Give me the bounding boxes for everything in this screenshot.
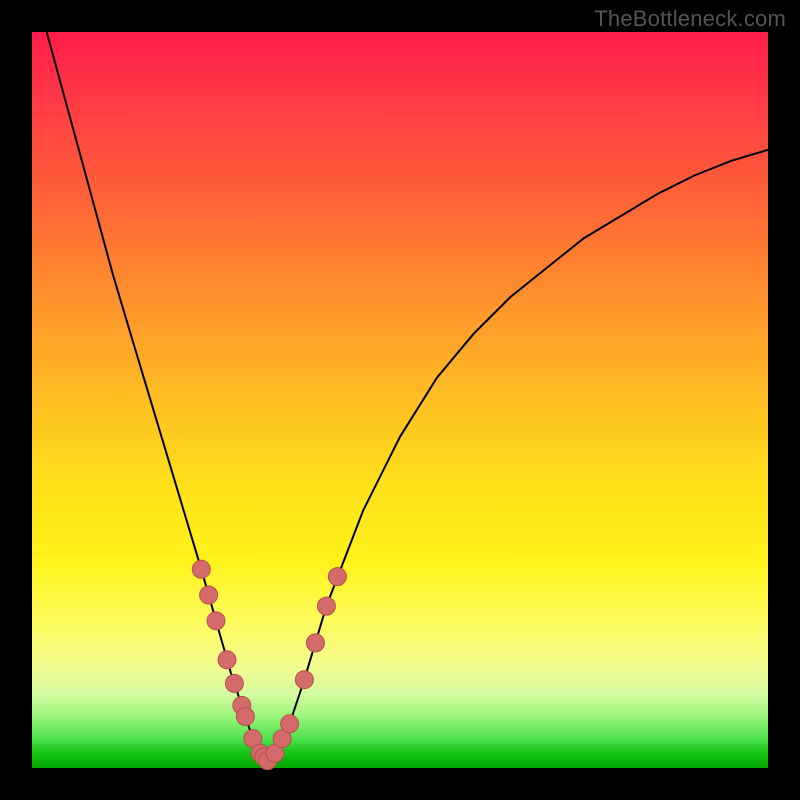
curve-marker: [281, 715, 299, 733]
curve-marker: [306, 634, 324, 652]
curve-marker: [225, 674, 243, 692]
curve-marker: [317, 597, 335, 615]
curve-marker: [236, 708, 254, 726]
curve-marker: [218, 651, 236, 669]
curve-marker: [192, 560, 210, 578]
bottleneck-curve-path: [47, 32, 768, 761]
chart-frame: TheBottleneck.com: [0, 0, 800, 800]
curve-marker: [207, 612, 225, 630]
marker-group: [192, 560, 346, 769]
watermark-text: TheBottleneck.com: [594, 6, 786, 32]
curve-marker: [200, 586, 218, 604]
chart-svg: [32, 32, 768, 768]
curve-marker: [328, 568, 346, 586]
curve-marker: [295, 671, 313, 689]
